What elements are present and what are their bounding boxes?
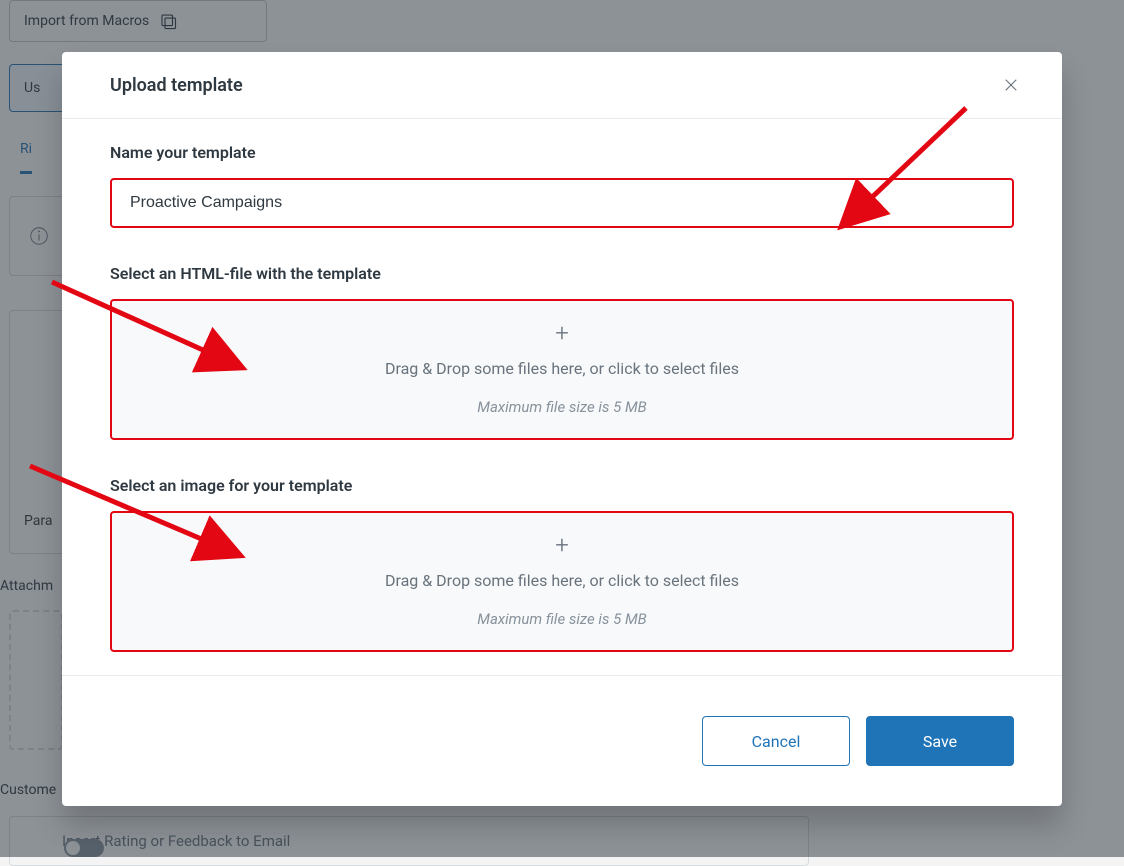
html-max-text: Maximum file size is 5 MB	[477, 398, 647, 416]
plus-icon: +	[555, 321, 569, 345]
modal-header: Upload template	[62, 52, 1062, 119]
close-icon	[1002, 76, 1020, 94]
html-file-section: Select an HTML-file with the template + …	[110, 264, 1014, 440]
image-max-text: Maximum file size is 5 MB	[477, 610, 647, 628]
image-dropzone[interactable]: + Drag & Drop some files here, or click …	[110, 511, 1014, 652]
html-file-dropzone[interactable]: + Drag & Drop some files here, or click …	[110, 299, 1014, 440]
modal-title: Upload template	[110, 75, 243, 96]
image-drop-text: Drag & Drop some files here, or click to…	[385, 571, 739, 590]
name-section: Name your template	[110, 143, 1014, 228]
modal-footer: Cancel Save	[62, 675, 1062, 806]
template-name-input[interactable]	[110, 178, 1014, 228]
upload-template-modal: Upload template Name your template Selec…	[62, 52, 1062, 806]
image-section-label: Select an image for your template	[110, 476, 1014, 495]
cancel-button[interactable]: Cancel	[702, 716, 850, 766]
save-button[interactable]: Save	[866, 716, 1014, 766]
html-drop-text: Drag & Drop some files here, or click to…	[385, 359, 739, 378]
image-section: Select an image for your template + Drag…	[110, 476, 1014, 652]
name-section-label: Name your template	[110, 143, 1014, 162]
html-section-label: Select an HTML-file with the template	[110, 264, 1014, 283]
close-button[interactable]	[1000, 74, 1022, 96]
plus-icon: +	[555, 533, 569, 557]
modal-body: Name your template Select an HTML-file w…	[62, 119, 1062, 675]
